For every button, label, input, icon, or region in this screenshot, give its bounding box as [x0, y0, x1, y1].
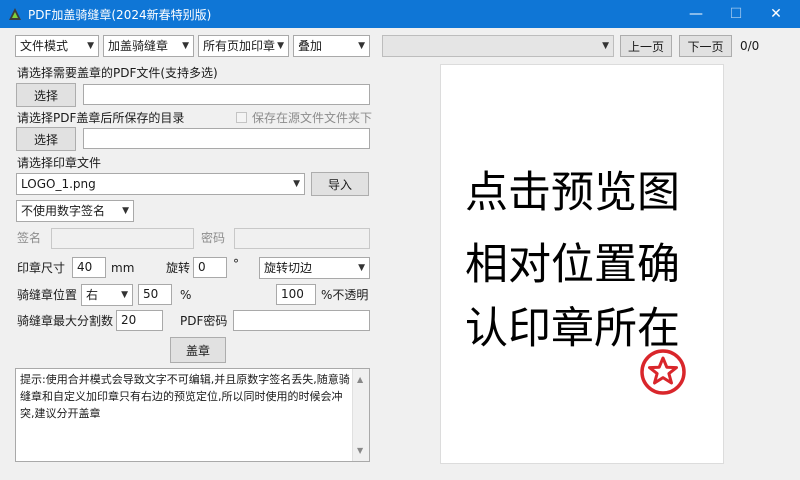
- page-counter: 0/0: [740, 39, 760, 53]
- stamp-size-label: 印章尺寸: [17, 261, 66, 275]
- max-split-label: 骑缝章最大分割数: [17, 314, 114, 328]
- app-logo-icon: [9, 8, 21, 20]
- stamp-size-input[interactable]: 40: [72, 257, 106, 278]
- degree-label: °: [233, 257, 239, 271]
- stamp-file-label: 请选择印章文件: [17, 156, 102, 170]
- tip-text: 提示:使用合并模式会导致文字不可编辑,并且原数字签名丢失,随意骑缝章和自定义加印…: [20, 373, 350, 420]
- rotate-mode-value: 旋转切边: [264, 261, 313, 275]
- stamp-type-value: 加盖骑缝章: [108, 39, 169, 53]
- seam-side-select[interactable]: 右 ▼: [81, 284, 133, 306]
- sign-name-input[interactable]: [51, 228, 194, 249]
- tip-textarea[interactable]: 提示:使用合并模式会导致文字不可编辑,并且原数字签名丢失,随意骑缝章和自定义加印…: [15, 368, 370, 462]
- stamp-file-value: LOGO_1.png: [21, 177, 96, 191]
- save-in-source-label: 保存在源文件文件夹下: [252, 111, 373, 125]
- next-page-button[interactable]: 下一页: [679, 35, 732, 57]
- pdf-password-label: PDF密码: [180, 314, 228, 328]
- chevron-down-icon: ▼: [87, 41, 94, 51]
- opacity-unit: %不透明: [321, 288, 369, 302]
- stamp-button[interactable]: 盖章: [170, 337, 226, 363]
- chevron-down-icon: ▼: [182, 41, 189, 51]
- page-scope-value: 所有页加印章: [203, 39, 276, 53]
- seam-percent-input[interactable]: 50: [138, 284, 172, 305]
- seam-side-value: 右: [86, 288, 99, 302]
- preview-hint-line-3: 认印章所在: [465, 304, 680, 354]
- output-dir-label: 请选择PDF盖章后所保存的目录: [17, 111, 185, 125]
- overlay-select[interactable]: 叠加 ▼: [293, 35, 370, 57]
- sign-password-input[interactable]: [234, 228, 370, 249]
- pdf-password-input[interactable]: [233, 310, 370, 331]
- preview-panel[interactable]: 点击预览图 相对位置确 认印章所在: [440, 64, 724, 464]
- chevron-down-icon: ▼: [121, 290, 128, 300]
- prev-page-button[interactable]: 上一页: [620, 35, 672, 57]
- chevron-down-icon: ▼: [602, 41, 609, 51]
- stamp-file-select[interactable]: LOGO_1.png ▼: [16, 173, 305, 195]
- stamp-seal-icon: [640, 349, 686, 395]
- rotate-mode-select[interactable]: 旋转切边 ▼: [259, 257, 370, 279]
- signature-select-value: 不使用数字签名: [21, 204, 106, 218]
- select-pdf-button[interactable]: 选择: [16, 83, 76, 107]
- pdf-path-input[interactable]: [83, 84, 370, 105]
- scroll-down-icon[interactable]: ▼: [357, 442, 363, 459]
- chevron-down-icon: ▼: [122, 206, 129, 216]
- chevron-down-icon: ▼: [293, 179, 300, 189]
- tip-scrollbar[interactable]: ▲ ▼: [352, 369, 369, 461]
- preview-hint-line-2: 相对位置确: [465, 240, 680, 290]
- max-split-input[interactable]: 20: [116, 310, 163, 331]
- page-select[interactable]: ▼: [382, 35, 614, 57]
- pdf-select-label: 请选择需要盖章的PDF文件(支持多选): [17, 66, 218, 80]
- scroll-up-icon[interactable]: ▲: [357, 371, 363, 388]
- chevron-down-icon: ▼: [277, 41, 284, 51]
- stamp-size-unit: mm: [111, 261, 135, 275]
- stamp-type-select[interactable]: 加盖骑缝章 ▼: [103, 35, 194, 57]
- rotate-input[interactable]: 0: [193, 257, 227, 278]
- rotate-label: 旋转: [166, 261, 191, 275]
- title-bar: PDF加盖骑缝章(2024新春特别版) — ☐ ✕: [0, 0, 800, 28]
- save-in-source-checkbox[interactable]: [236, 112, 247, 123]
- chevron-down-icon: ▼: [358, 263, 365, 273]
- overlay-value: 叠加: [298, 39, 323, 53]
- chevron-down-icon: ▼: [358, 41, 365, 51]
- mode-select[interactable]: 文件模式 ▼: [15, 35, 99, 57]
- close-button[interactable]: ✕: [756, 0, 796, 28]
- minimize-button[interactable]: —: [676, 0, 716, 28]
- sign-name-label: 签名: [17, 231, 42, 245]
- signature-select[interactable]: 不使用数字签名 ▼: [16, 200, 134, 222]
- sign-password-label: 密码: [201, 231, 226, 245]
- opacity-input[interactable]: 100: [276, 284, 316, 305]
- seam-percent-unit: %: [180, 288, 192, 302]
- window-title: PDF加盖骑缝章(2024新春特别版): [28, 8, 212, 22]
- seam-position-label: 骑缝章位置: [17, 288, 78, 302]
- select-output-dir-button[interactable]: 选择: [16, 127, 76, 151]
- output-dir-input[interactable]: [83, 128, 370, 149]
- import-stamp-button[interactable]: 导入: [311, 172, 369, 196]
- page-scope-select[interactable]: 所有页加印章 ▼: [198, 35, 289, 57]
- maximize-button[interactable]: ☐: [716, 0, 756, 28]
- mode-select-value: 文件模式: [20, 39, 69, 53]
- preview-hint-line-1: 点击预览图: [465, 168, 680, 218]
